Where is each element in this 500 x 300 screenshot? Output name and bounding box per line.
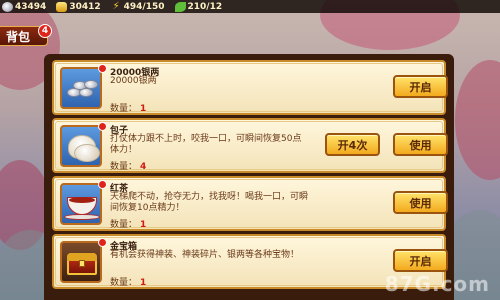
silver-icon — [2, 1, 13, 12]
new-badge — [98, 64, 107, 73]
list-item: 20000银两 20000银两 数量： 1 开启 — [52, 60, 448, 115]
bag-count-badge: 4 — [38, 24, 52, 38]
lightning-icon: ⚡ — [112, 0, 120, 12]
item-quantity: 数量： 1 — [110, 278, 147, 288]
resource-bar: 43494 30412 ⚡ 494/150 210/12 — [0, 0, 500, 13]
silver-ingots-icon — [60, 67, 102, 109]
bag-title: 背包 — [6, 29, 31, 44]
item-description: 20000银两 — [110, 76, 157, 86]
item-description: 天梯爬不动，抢夺无力，找我呀！喝我一口，可瞬间恢复10点精力！ — [110, 192, 309, 213]
silver-amount: 43494 — [15, 1, 47, 12]
item-description: 打仗体力跟不上时，咬我一口，可瞬间恢复50点体力！ — [110, 134, 302, 155]
energy-amount: 494/150 — [123, 1, 165, 12]
list-item: 红茶 天梯爬不动，抢夺无力，找我呀！喝我一口，可瞬间恢复10点精力！ 数量： 1 … — [52, 176, 448, 231]
item-quantity: 数量： 1 — [110, 104, 147, 114]
gold-resource: 30412 — [56, 1, 101, 12]
stamina-resource: 210/12 — [174, 1, 223, 12]
new-badge — [98, 122, 107, 131]
use-button[interactable]: 使用 — [393, 191, 448, 214]
item-quantity: 数量： 1 — [110, 220, 147, 230]
leaf-icon — [174, 1, 186, 12]
open-button[interactable]: 开启 — [393, 75, 448, 98]
treasure-chest-icon — [60, 241, 102, 283]
item-quantity: 数量： 4 — [110, 162, 147, 172]
silver-resource: 43494 — [2, 1, 47, 12]
background-blossom — [455, 60, 500, 180]
list-item: 包子 打仗体力跟不上时，咬我一口，可瞬间恢复50点体力！ 数量： 4 开4次 使用 — [52, 118, 448, 173]
open-4-times-button[interactable]: 开4次 — [325, 133, 380, 156]
new-badge — [98, 180, 107, 189]
gold-amount: 30412 — [69, 1, 101, 12]
item-description: 有机会获得神装、神装碎片、银两等各种宝物！ — [110, 250, 300, 260]
energy-resource: ⚡ 494/150 — [111, 0, 165, 12]
use-button[interactable]: 使用 — [393, 133, 448, 156]
steamed-bun-icon — [60, 125, 102, 167]
bag-item-list[interactable]: 20000银两 20000银两 数量： 1 开启 包子 打仗体力跟不上时，咬我一口… — [44, 54, 454, 300]
stamina-amount: 210/12 — [187, 1, 223, 12]
new-badge — [98, 238, 107, 247]
gold-icon — [56, 1, 68, 12]
open-button[interactable]: 开启 — [393, 249, 448, 272]
site-watermark: 87G.com — [384, 272, 490, 296]
red-tea-icon — [60, 183, 102, 225]
